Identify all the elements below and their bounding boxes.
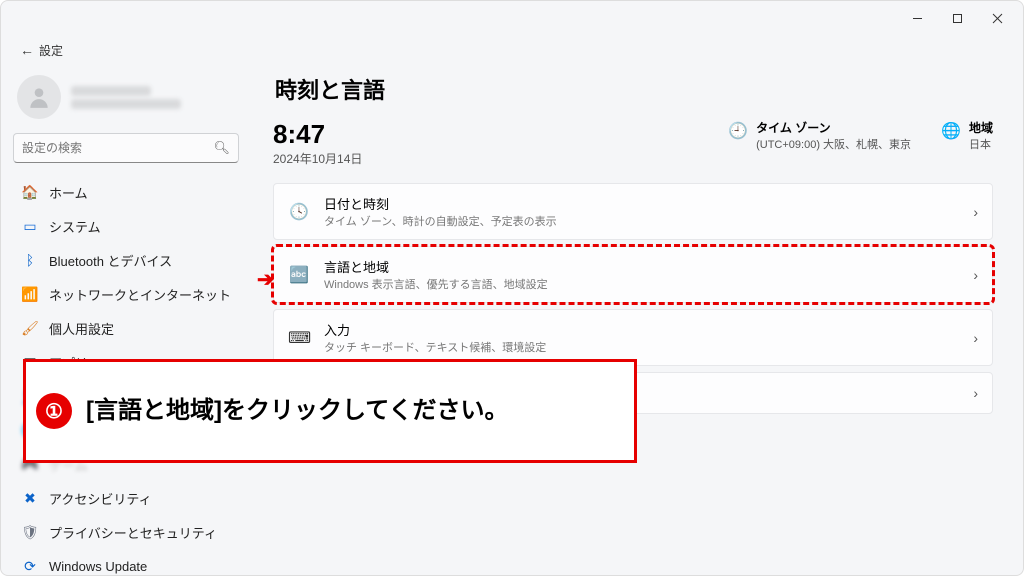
- search-input[interactable]: [22, 141, 213, 155]
- back-button[interactable]: ←: [15, 42, 39, 58]
- bluetooth-icon: ᛒ: [21, 252, 39, 268]
- card-sub: Windows 表示言語、優先する言語、地域設定: [324, 276, 548, 292]
- summary-row: 8:47 2024年10月14日 🕘 タイム ゾーン (UTC+09:00) 大…: [273, 119, 993, 167]
- summary-region[interactable]: 🌐 地域 日本: [941, 119, 993, 152]
- card-date-time[interactable]: 🕓 日付と時刻 タイム ゾーン、時計の自動設定、予定表の表示 ›: [273, 183, 993, 240]
- clock-block: 8:47 2024年10月14日: [273, 119, 362, 167]
- sidebar-item-accessibility[interactable]: ✖ アクセシビリティ: [13, 481, 239, 515]
- summary-timezone[interactable]: 🕘 タイム ゾーン (UTC+09:00) 大阪、札幌、東京: [728, 119, 911, 152]
- annotation-arrow: ➔: [257, 267, 274, 292]
- sidebar-item-label: プライバシーとセキュリティ: [49, 523, 217, 542]
- maximize-button[interactable]: [937, 4, 977, 32]
- network-icon: 📶: [21, 286, 39, 303]
- search-box[interactable]: 🔍︎: [13, 133, 239, 163]
- sidebar-item-bluetooth[interactable]: ᛒ Bluetooth とデバイス: [13, 243, 239, 277]
- card-sub: タイム ゾーン、時計の自動設定、予定表の表示: [324, 213, 557, 229]
- language-region-icon: 🔤: [288, 265, 310, 285]
- titlebar: [1, 1, 1023, 35]
- sidebar-item-label: ネットワークとインターネット: [49, 285, 231, 304]
- card-title: 日付と時刻: [324, 194, 557, 213]
- sidebar-item-windows-update[interactable]: ⟳ Windows Update: [13, 549, 239, 576]
- annotation-box: ① [言語と地域]をクリックしてください。: [23, 359, 637, 463]
- sidebar-item-label: Windows Update: [49, 559, 147, 574]
- sidebar-item-system[interactable]: ▭ システム: [13, 209, 239, 243]
- chevron-right-icon: ›: [973, 267, 978, 283]
- close-button[interactable]: [977, 4, 1017, 32]
- annotation-text: [言語と地域]をクリックしてください。: [86, 395, 509, 427]
- time-text: 8:47: [273, 119, 362, 150]
- privacy-icon: 🛡: [21, 524, 39, 541]
- avatar: [17, 75, 61, 119]
- sidebar-item-label: ホーム: [49, 183, 88, 202]
- accessibility-icon: ✖: [21, 490, 39, 507]
- card-title: 言語と地域: [324, 257, 548, 276]
- minimize-button[interactable]: [897, 4, 937, 32]
- timezone-icon: 🕘: [728, 121, 748, 141]
- update-icon: ⟳: [21, 558, 39, 575]
- settings-window: ← 設定 🔍︎ 🏠 ホーム ▭ システム ᛒ Bluetooth とデバイス: [0, 0, 1024, 576]
- search-icon: 🔍︎: [213, 140, 230, 156]
- summary-label: 地域: [969, 119, 993, 136]
- card-typing[interactable]: ⌨ 入力 タッチ キーボード、テキスト候補、環境設定 ›: [273, 309, 993, 366]
- sidebar-item-privacy[interactable]: 🛡 プライバシーとセキュリティ: [13, 515, 239, 549]
- date-time-icon: 🕓: [288, 202, 310, 222]
- profile-block[interactable]: [13, 69, 239, 133]
- window-title: 設定: [39, 42, 63, 59]
- chevron-right-icon: ›: [973, 330, 978, 346]
- sidebar-item-home[interactable]: 🏠 ホーム: [13, 175, 239, 209]
- sidebar-item-label: アクセシビリティ: [49, 489, 152, 508]
- chevron-right-icon: ›: [973, 204, 978, 220]
- main-pane: 時刻と言語 8:47 2024年10月14日 🕘 タイム ゾーン (UTC+09…: [251, 65, 1023, 575]
- sidebar-item-personalization[interactable]: 🖌 個人用設定: [13, 311, 239, 345]
- sidebar-item-label: 個人用設定: [49, 319, 114, 338]
- sidebar-item-network[interactable]: 📶 ネットワークとインターネット: [13, 277, 239, 311]
- card-sub: タッチ キーボード、テキスト候補、環境設定: [324, 339, 546, 355]
- date-text: 2024年10月14日: [273, 150, 362, 167]
- annotation-number: ①: [36, 393, 72, 429]
- profile-name: [71, 83, 181, 112]
- summary-label: タイム ゾーン: [756, 119, 911, 136]
- chevron-right-icon: ›: [973, 385, 978, 401]
- summary-value: (UTC+09:00) 大阪、札幌、東京: [756, 136, 911, 152]
- personalization-icon: 🖌: [21, 320, 39, 337]
- system-icon: ▭: [21, 218, 39, 235]
- card-language-region[interactable]: 🔤 言語と地域 Windows 表示言語、優先する言語、地域設定 ›: [273, 246, 993, 303]
- sidebar: 🔍︎ 🏠 ホーム ▭ システム ᛒ Bluetooth とデバイス 📶 ネットワークとイ…: [1, 65, 251, 575]
- sidebar-item-label: システム: [49, 217, 101, 236]
- summary-value: 日本: [969, 136, 993, 152]
- card-title: 入力: [324, 320, 546, 339]
- page-title: 時刻と言語: [275, 73, 993, 105]
- sidebar-item-label: Bluetooth とデバイス: [49, 251, 172, 270]
- typing-icon: ⌨: [288, 328, 310, 348]
- header: ← 設定: [1, 35, 1023, 65]
- home-icon: 🏠: [21, 184, 39, 201]
- region-icon: 🌐: [941, 121, 961, 141]
